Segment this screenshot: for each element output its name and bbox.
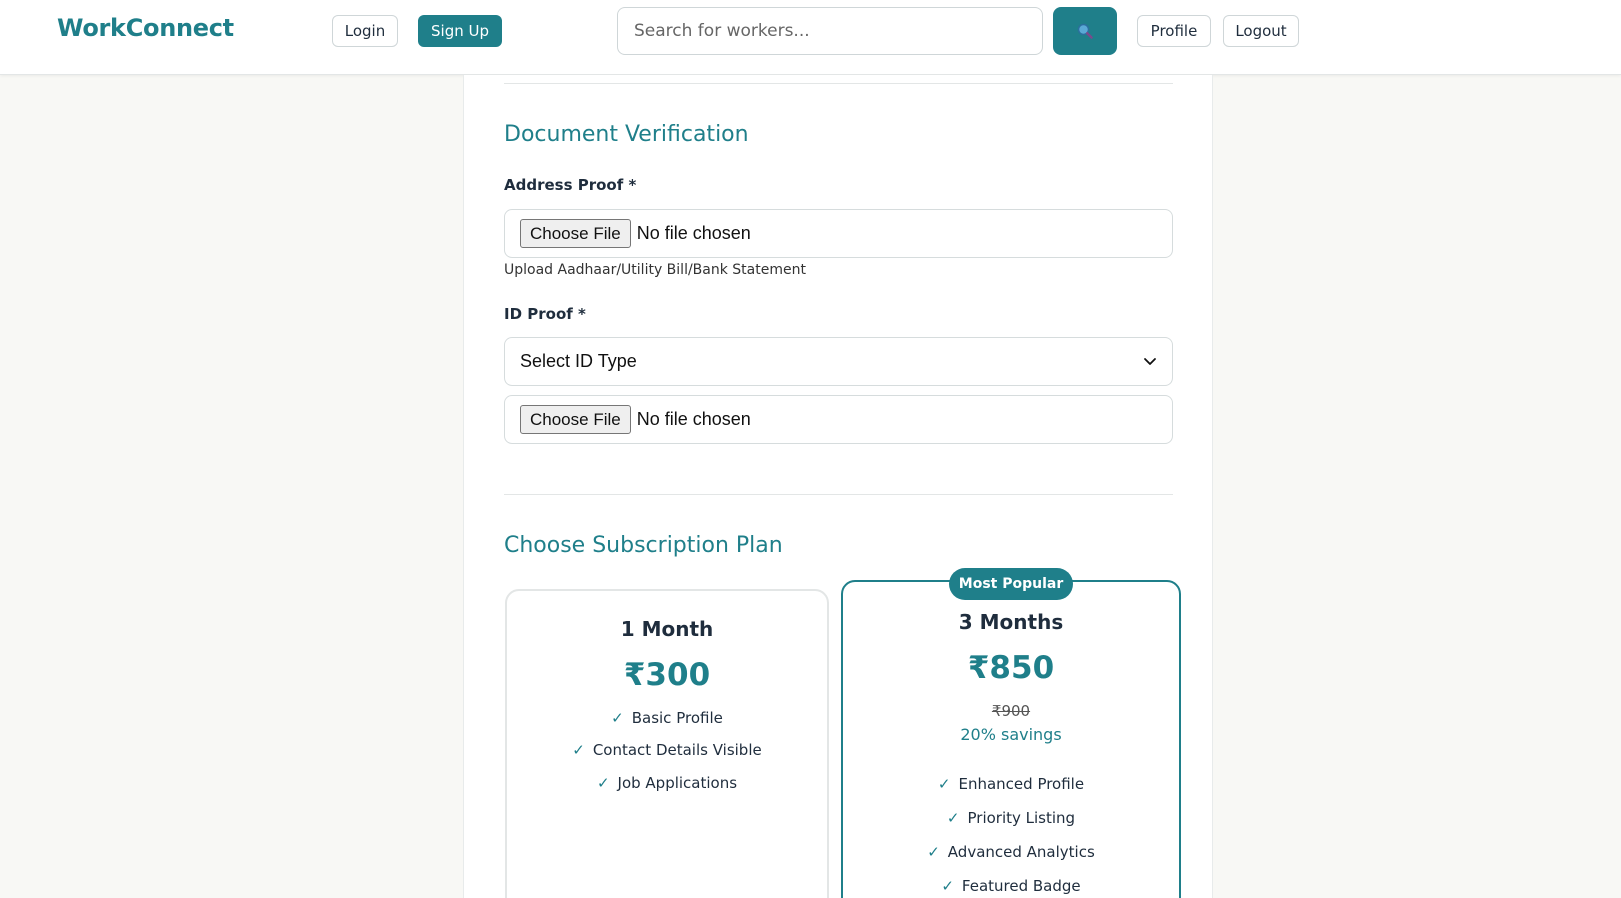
check-icon: ✓	[927, 843, 940, 861]
plan-feature: ✓ Priority Listing	[946, 809, 1076, 827]
id-type-select-value: Select ID Type	[520, 351, 637, 371]
search-button[interactable]	[1053, 7, 1117, 55]
check-icon: ✓	[937, 775, 951, 793]
check-icon: ✓	[941, 877, 954, 895]
choose-file-button[interactable]: Choose File	[520, 405, 631, 434]
plan-savings: 20% savings	[960, 725, 1062, 744]
navbar: WorkConnect Login Sign Up Profile Logout	[0, 0, 1621, 75]
chevron-down-icon	[1144, 357, 1156, 365]
plan-feature: ✓ Contact Details Visible	[572, 741, 762, 759]
profile-button[interactable]: Profile	[1137, 15, 1211, 47]
search-input[interactable]	[617, 7, 1043, 55]
address-proof-help: Upload Aadhaar/Utility Bill/Bank Stateme…	[504, 262, 806, 278]
plan-card-3-months[interactable]: Most Popular 3 Months ₹850 ₹900 20% savi…	[841, 568, 1181, 898]
registration-card: Document Verification Address Proof * Ch…	[463, 75, 1213, 898]
plan-card-1-month[interactable]: 1 Month ₹300 ✓ Basic Profile ✓ Contact Det…	[505, 589, 829, 898]
plan-feature: ✓ Job Applications	[596, 774, 738, 792]
plan-old-price: ₹900	[991, 702, 1031, 720]
file-status: No file chosen	[636, 409, 751, 429]
plan-feature: ✓ Featured Badge	[941, 877, 1081, 895]
divider	[504, 83, 1173, 84]
most-popular-badge: Most Popular	[949, 568, 1073, 600]
check-icon: ✓	[611, 709, 624, 727]
id-proof-label: ID Proof *	[504, 305, 586, 323]
plan-feature: ✓ Basic Profile	[611, 709, 723, 727]
check-icon: ✓	[596, 774, 610, 792]
file-status: No file chosen	[636, 223, 751, 243]
search-icon	[1077, 23, 1093, 39]
id-type-select[interactable]: Select ID Type	[504, 337, 1173, 386]
address-proof-file-input[interactable]: Choose File No file chosen	[504, 209, 1173, 258]
brand-logo[interactable]: WorkConnect	[57, 14, 234, 42]
address-proof-label: Address Proof *	[504, 176, 637, 194]
plan-name: 3 Months	[958, 610, 1064, 634]
check-icon: ✓	[946, 809, 960, 827]
signup-button[interactable]: Sign Up	[418, 15, 502, 47]
logout-button[interactable]: Logout	[1223, 15, 1299, 47]
plan-price: ₹300	[623, 657, 711, 693]
subscription-title: Choose Subscription Plan	[504, 533, 783, 558]
login-button[interactable]: Login	[332, 15, 398, 47]
plan-feature: ✓ Enhanced Profile	[937, 775, 1085, 793]
document-verification-title: Document Verification	[504, 122, 749, 147]
divider	[504, 494, 1173, 495]
id-proof-file-input[interactable]: Choose File No file chosen	[504, 395, 1173, 444]
plan-price: ₹850	[967, 650, 1055, 686]
plan-feature: ✓ Advanced Analytics	[927, 843, 1095, 861]
plan-name: 1 Month	[620, 617, 714, 641]
choose-file-button[interactable]: Choose File	[520, 219, 631, 248]
check-icon: ✓	[572, 741, 585, 759]
